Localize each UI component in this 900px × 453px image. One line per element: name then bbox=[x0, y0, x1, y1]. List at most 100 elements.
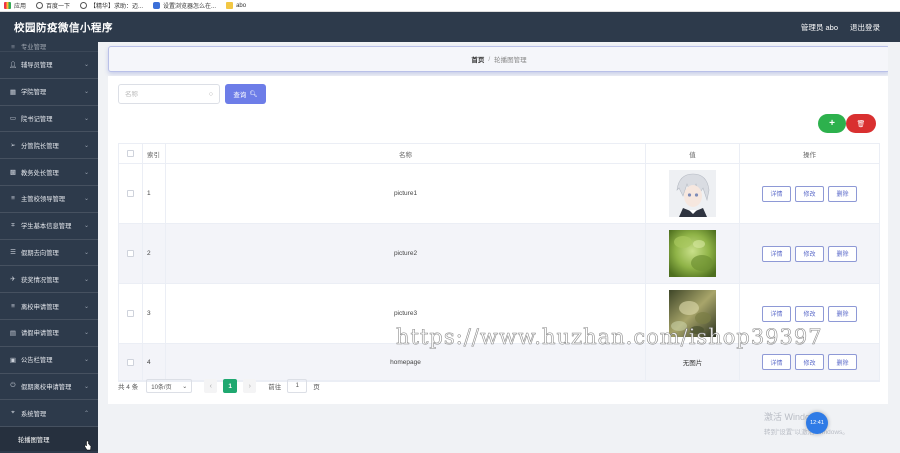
sidebar-item-3[interactable]: ➢ 分管院长管理 ⌄ bbox=[0, 132, 98, 160]
table-row: 4 homepage 无图片 详情 修改 删除 bbox=[119, 344, 879, 381]
bookmark-apps[interactable]: 应用 bbox=[4, 1, 26, 10]
row-index: 3 bbox=[143, 284, 166, 343]
row-index: 2 bbox=[143, 224, 166, 283]
sidebar-item-label: 离校申请管理 bbox=[21, 303, 59, 311]
page-suffix: 页 bbox=[313, 384, 320, 391]
chevron-down-icon: ⌄ bbox=[83, 115, 89, 122]
select-all-checkbox[interactable] bbox=[127, 150, 134, 157]
sidebar-item-0[interactable]: 👤︎ 辅导员管理 ⌄ bbox=[0, 52, 98, 79]
admin-label: 管理员 abo bbox=[800, 22, 838, 32]
app-title: 校园防疫微信小程序 bbox=[14, 21, 113, 34]
sidebar-item-13[interactable]: ⌖ 系统管理 ⌃ bbox=[0, 400, 98, 428]
no-image-text: 无图片 bbox=[682, 360, 703, 367]
apps-grid-icon bbox=[4, 2, 11, 9]
menu-icon: ☰ bbox=[10, 249, 16, 257]
chevron-down-icon: ⌄ bbox=[83, 62, 89, 69]
sidebar-item-8[interactable]: ✈︎ 获奖情况管理 ⌄ bbox=[0, 266, 98, 294]
chevron-down-icon: ⌄ bbox=[83, 89, 89, 96]
chevron-down-icon: ⌄ bbox=[83, 142, 89, 149]
sidebar-item-9[interactable]: ≡ 离校申请管理 ⌄ bbox=[0, 293, 98, 320]
row-checkbox[interactable] bbox=[127, 358, 134, 366]
chevron-down-icon: ⌄ bbox=[83, 357, 89, 364]
clock-bubble[interactable]: 12:41 bbox=[806, 412, 828, 434]
sidebar-item-5[interactable]: ≡ 主管校领导管理 ⌄ bbox=[0, 186, 98, 213]
row-thumbnail bbox=[646, 224, 740, 283]
next-page-button[interactable]: › bbox=[243, 379, 257, 393]
row-checkbox[interactable] bbox=[127, 250, 134, 257]
users-icon: 👤︎ bbox=[9, 61, 18, 69]
power-icon: ⏻ bbox=[10, 382, 16, 390]
bookmark-forum[interactable]: 【精华】求助：迈... bbox=[80, 1, 143, 10]
breadcrumb-separator: / bbox=[488, 55, 491, 63]
edit-button[interactable]: 修改 bbox=[795, 185, 824, 202]
search-input[interactable] bbox=[125, 90, 205, 98]
goto-page-input[interactable]: 1 bbox=[287, 379, 308, 393]
sidebar-item-4[interactable]: ▩ 教务处长管理 ⌄ bbox=[0, 159, 98, 186]
search-field[interactable]: ○ bbox=[118, 84, 220, 104]
sidebar-item-11[interactable]: ▣ 公告栏管理 ⌄ bbox=[0, 347, 98, 374]
search-button[interactable]: 查询 🔍︎ bbox=[225, 84, 266, 104]
page-number-1[interactable]: 1 bbox=[223, 379, 238, 393]
table-row: 2 picture2 详情 修改 删除 bbox=[119, 224, 879, 284]
page-size-select[interactable]: 10条/页 ⌄ bbox=[146, 379, 193, 393]
sidebar-item-7[interactable]: ☰ 假期去向管理 ⌄ bbox=[0, 240, 98, 267]
sidebar-item-major[interactable]: ≡ 专业管理 bbox=[0, 42, 98, 52]
chevron-down-icon: ⌄ bbox=[83, 223, 89, 230]
detail-button[interactable]: 详情 bbox=[762, 354, 791, 370]
delete-button[interactable]: 删除 bbox=[828, 305, 857, 322]
globe-icon bbox=[80, 2, 88, 9]
pagination: 共 4 条 10条/页 ⌄ ‹ 1 › 前往 1 页 bbox=[118, 379, 320, 393]
goto-label: 前往 bbox=[268, 384, 282, 391]
add-button[interactable]: + bbox=[818, 114, 846, 133]
edit-button[interactable]: 修改 bbox=[795, 305, 824, 322]
trash-icon: 🗑 bbox=[856, 120, 866, 128]
row-checkbox[interactable] bbox=[127, 190, 134, 197]
card-icon: ▭ bbox=[9, 115, 17, 123]
delete-button[interactable]: 删除 bbox=[828, 245, 857, 262]
sidebar-item-10[interactable]: ▤ 请假申请管理 ⌄ bbox=[0, 320, 98, 347]
header-name: 名称 bbox=[166, 144, 646, 163]
logout-link[interactable]: 退出登录 bbox=[850, 22, 880, 33]
breadcrumb-home[interactable]: 首页 bbox=[471, 54, 484, 64]
clear-icon: ○ bbox=[208, 90, 213, 98]
sidebar-item-12[interactable]: ⏻ 假期离校申请管理 ⌄ bbox=[0, 374, 98, 401]
row-name: picture1 bbox=[166, 164, 646, 223]
sidebar-item-2[interactable]: ▭ 院书记管理 ⌄ bbox=[0, 106, 98, 133]
sidebar: ≡ 专业管理 👤︎ 辅导员管理 ⌄ ▦ 学院管理 ⌄ ▭ 院书记管理 ⌄ ➢ 分管院长管理 ⌄ ▩ 教务处长… bbox=[0, 42, 98, 453]
edit-button[interactable]: 修改 bbox=[795, 354, 824, 370]
detail-button[interactable]: 详情 bbox=[762, 185, 791, 202]
sidebar-item-1[interactable]: ▦ 学院管理 ⌄ bbox=[0, 79, 98, 106]
detail-button[interactable]: 详情 bbox=[762, 245, 791, 262]
delete-button[interactable]: 删除 bbox=[828, 185, 857, 202]
prev-page-button[interactable]: ‹ bbox=[204, 379, 218, 393]
chevron-down-icon: ⌄ bbox=[83, 330, 89, 337]
sidebar-item-label: 请假申请管理 bbox=[21, 330, 59, 338]
chevron-down-icon: ⌄ bbox=[83, 276, 89, 283]
grid-icon: ▩ bbox=[9, 169, 17, 177]
row-checkbox[interactable] bbox=[127, 310, 134, 317]
bookmark-abo[interactable]: abo bbox=[226, 2, 246, 9]
chevron-down-icon: ⌄ bbox=[83, 196, 89, 203]
sidebar-item-label: 学生基本信息管理 bbox=[21, 223, 72, 231]
chevron-down-icon: ⌄ bbox=[83, 249, 89, 256]
doc-icon bbox=[226, 2, 234, 9]
row-index: 4 bbox=[143, 344, 166, 380]
sidebar-item-label: 教务处长管理 bbox=[21, 169, 59, 177]
building-icon: ▦ bbox=[9, 88, 17, 96]
bookmark-baidu[interactable]: 百度一下 bbox=[36, 1, 70, 10]
notice-icon: ▣ bbox=[9, 356, 17, 364]
page-scrollbar[interactable] bbox=[888, 42, 900, 453]
edit-button[interactable]: 修改 bbox=[795, 245, 824, 262]
delete-button[interactable]: 删除 bbox=[828, 354, 857, 370]
sidebar-item-label: 分管院长管理 bbox=[21, 142, 59, 150]
sidebar-item-label: 假期去向管理 bbox=[21, 249, 59, 257]
sidebar-item-label: 学院管理 bbox=[21, 89, 47, 97]
main-panel: ○ 查询 🔍︎ + 🗑 索引 名称 值 操作 1picture1详情修改删除2p… bbox=[108, 76, 890, 404]
sidebar-item-6[interactable]: ⌗ 学生基本信息管理 ⌄ bbox=[0, 213, 98, 240]
batch-delete-button[interactable]: 🗑 bbox=[846, 114, 876, 133]
bookmark-settings[interactable]: 设置浏览器怎么在... bbox=[153, 1, 216, 10]
sidebar-item-label: 系统管理 bbox=[21, 410, 47, 418]
row-name: picture2 bbox=[166, 224, 646, 283]
detail-button[interactable]: 详情 bbox=[762, 305, 791, 322]
send-icon: ➢ bbox=[10, 142, 16, 150]
